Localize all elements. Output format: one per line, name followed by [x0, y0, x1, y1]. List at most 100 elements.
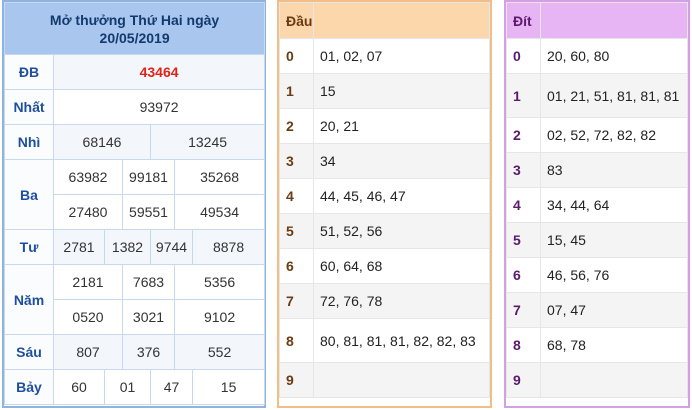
tail-row-5: 5 15, 45 [506, 222, 688, 258]
head-row-7: 7 72, 76, 78 [279, 283, 490, 319]
prize-label-sau: Sáu [4, 334, 54, 370]
results-header: Mở thưởng Thứ Hai ngày 20/05/2019 [3, 2, 266, 55]
row-tu: Tư 2781 1382 9744 8878 [4, 229, 266, 265]
prize-value-db: 43464 [52, 54, 266, 90]
results-date: 20/05/2019 [99, 29, 170, 46]
head-values: 34 [313, 143, 490, 179]
tail-key: 3 [506, 152, 541, 188]
head-key: 5 [279, 213, 314, 249]
head-row-3: 3 34 [279, 143, 490, 179]
tail-key: 2 [506, 117, 541, 153]
head-table-header-blank [313, 2, 490, 39]
prize-value-nam-4: 0520 [53, 299, 123, 335]
prize-value-nhi-1: 68146 [53, 124, 151, 160]
prize-value-sau-3: 552 [173, 334, 266, 370]
prize-label-db: ĐB [4, 54, 54, 90]
tail-values [540, 362, 688, 398]
row-db: ĐB 43464 [4, 54, 266, 90]
prize-value-ba-5: 59551 [122, 194, 175, 230]
head-values [313, 362, 490, 398]
tail-values: 01, 21, 51, 81, 81, 81 [540, 73, 688, 118]
prize-value-nhat: 93972 [52, 89, 266, 125]
head-values: 80, 81, 81, 81, 82, 82, 83 [313, 318, 490, 363]
head-values: 72, 76, 78 [313, 283, 490, 319]
tail-key: 5 [506, 222, 541, 258]
head-values: 01, 02, 07 [313, 38, 490, 74]
prize-value-nhi-2: 13245 [149, 124, 266, 160]
head-row-6: 6 60, 64, 68 [279, 248, 490, 284]
tail-row-1: 1 01, 21, 51, 81, 81, 81 [506, 73, 688, 118]
head-key: 3 [279, 143, 314, 179]
head-row-9: 9 [279, 362, 490, 398]
results-panel: Mở thưởng Thứ Hai ngày 20/05/2019 ĐB 434… [2, 0, 266, 408]
tail-row-4: 4 34, 44, 64 [506, 187, 688, 223]
row-nhat: Nhất 93972 [4, 89, 266, 125]
prize-label-tu: Tư [4, 229, 54, 265]
tail-values: 02, 52, 72, 82, 82 [540, 117, 688, 153]
tail-table-header: Đít [506, 2, 541, 39]
prize-label-nhi: Nhì [4, 124, 54, 160]
head-key: 2 [279, 108, 314, 144]
tail-key: 0 [506, 38, 541, 74]
head-values: 20, 21 [313, 108, 490, 144]
prize-value-bay-2: 01 [104, 369, 151, 405]
prize-value-tu-2: 1382 [104, 229, 151, 265]
row-ba-1: Ba 63982 99181 35268 [4, 159, 266, 230]
prize-label-bay: Bảy [4, 369, 54, 405]
head-row-5: 5 51, 52, 56 [279, 213, 490, 249]
tail-values: 20, 60, 80 [540, 38, 688, 74]
tail-key: 1 [506, 73, 541, 118]
results-title: Mở thưởng Thứ Hai ngày [49, 11, 220, 28]
tail-key: 7 [506, 292, 541, 328]
row-nhi: Nhì 68146 13245 [4, 124, 266, 160]
head-values: 51, 52, 56 [313, 213, 490, 249]
tail-table-header-blank [540, 2, 688, 39]
prize-value-tu-1: 2781 [53, 229, 105, 265]
prize-value-bay-4: 15 [191, 369, 266, 405]
prize-value-nam-5: 3021 [122, 299, 175, 335]
head-key: 1 [279, 73, 314, 109]
head-panel: Đầu 0 01, 02, 07 1 15 2 20, 21 3 34 4 44, 45,… [277, 0, 492, 408]
head-row-0: 0 01, 02, 07 [279, 38, 490, 74]
head-row-1: 1 15 [279, 73, 490, 109]
tail-key: 9 [506, 362, 541, 398]
prize-value-ba-2: 99181 [122, 159, 175, 195]
head-key: 7 [279, 283, 314, 319]
tail-key: 4 [506, 187, 541, 223]
prize-value-ba-3: 35268 [173, 159, 266, 195]
prize-value-nam-1: 2181 [53, 264, 123, 300]
prize-value-sau-2: 376 [122, 334, 175, 370]
prize-value-ba-4: 27480 [53, 194, 123, 230]
tail-values: 07, 47 [540, 292, 688, 328]
head-table-header: Đầu [279, 2, 314, 39]
head-key: 4 [279, 178, 314, 214]
head-key: 9 [279, 362, 314, 398]
prize-label-nhat: Nhất [4, 89, 54, 125]
head-values: 15 [313, 73, 490, 109]
head-table: Đầu 0 01, 02, 07 1 15 2 20, 21 3 34 4 44, 45,… [279, 2, 490, 398]
head-values: 60, 64, 68 [313, 248, 490, 284]
prize-value-nam-6: 9102 [173, 299, 266, 335]
row-sau: Sáu 807 376 552 [4, 334, 266, 370]
prize-value-tu-3: 9744 [150, 229, 193, 265]
head-row-2: 2 20, 21 [279, 108, 490, 144]
head-row-8: 8 80, 81, 81, 81, 82, 82, 83 [279, 318, 490, 363]
tail-values: 68, 78 [540, 327, 688, 363]
head-key: 6 [279, 248, 314, 284]
tail-row-3: 3 83 [506, 152, 688, 188]
prize-value-tu-4: 8878 [191, 229, 266, 265]
tail-row-8: 8 68, 78 [506, 327, 688, 363]
head-row-4: 4 44, 45, 46, 47 [279, 178, 490, 214]
tail-row-7: 7 07, 47 [506, 292, 688, 328]
tail-key: 6 [506, 257, 541, 293]
tail-row-0: 0 20, 60, 80 [506, 38, 688, 74]
tail-row-9: 9 [506, 362, 688, 398]
tail-values: 83 [540, 152, 688, 188]
prize-label-ba: Ba [4, 159, 54, 230]
tail-key: 8 [506, 327, 541, 363]
head-values: 44, 45, 46, 47 [313, 178, 490, 214]
prize-label-nam: Năm [4, 264, 54, 335]
prize-value-nam-2: 7683 [122, 264, 175, 300]
tail-values: 46, 56, 76 [540, 257, 688, 293]
row-bay: Bảy 60 01 47 15 [4, 369, 266, 405]
